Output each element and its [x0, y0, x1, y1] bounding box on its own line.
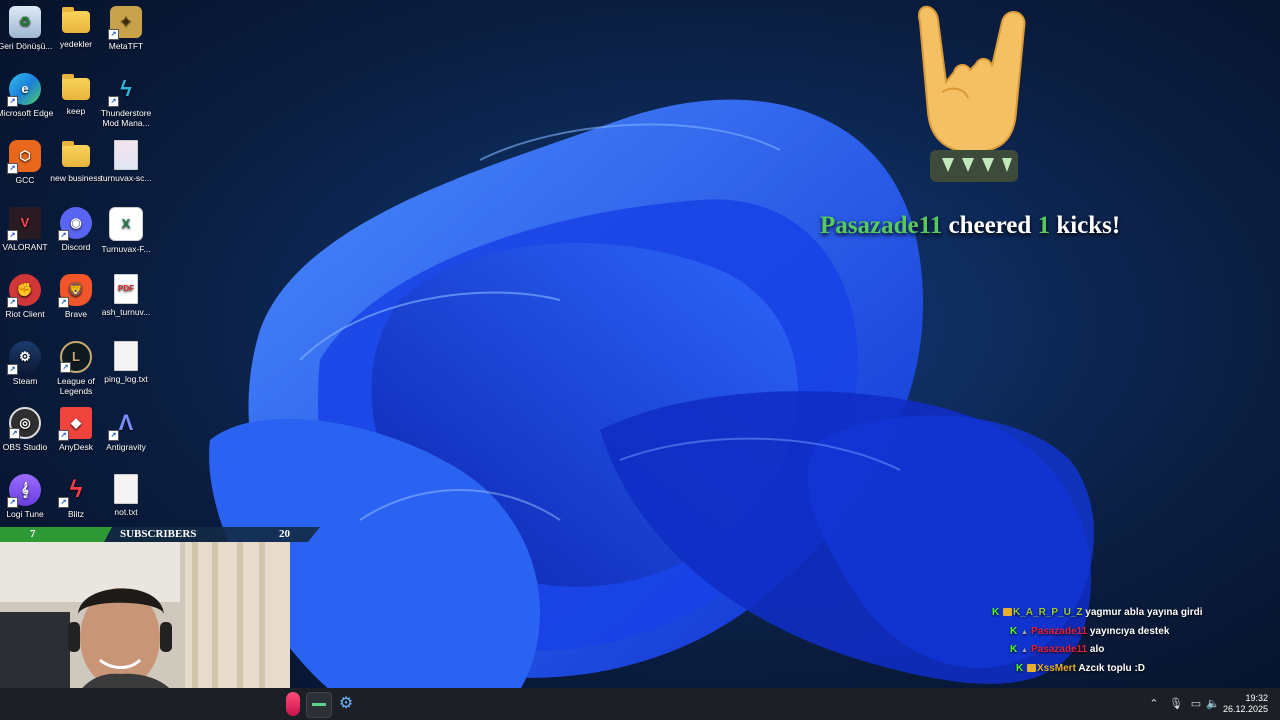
- desktop-icon-label: MetaTFT: [108, 41, 144, 51]
- crown-badge-icon: [1027, 663, 1036, 672]
- text-file-icon: [114, 341, 138, 371]
- tray-overflow-chevron-icon[interactable]: ⌃: [1148, 698, 1160, 710]
- kick-badge-icon: K: [1010, 644, 1018, 655]
- rock-hand-emoji-icon: [917, 5, 1026, 182]
- folder-icon: [62, 141, 90, 167]
- chat-message: K ▲ Pasazade11 alo: [990, 641, 1230, 660]
- alert-suffix: kicks!: [1056, 212, 1121, 239]
- pdf-icon: PDF: [114, 274, 138, 304]
- metatft-icon: ✦ ↗: [108, 6, 142, 40]
- taskbar: ⚙ ⌃ 🎙 ▭ 🔈 19:32 26.12.2025: [0, 688, 1280, 720]
- chat-message: K K_A_R_P_U_Z yagmur abla yayına girdi: [990, 604, 1230, 623]
- chat-message: K ▲ Pasazade11 yayıncıya destek: [990, 623, 1230, 642]
- blitz-icon: ϟ ↗: [58, 474, 92, 508]
- desktop-icon-turnuvax-screenshot[interactable]: turnuvax-sc...: [96, 136, 156, 198]
- taskbar-app-steam-icon[interactable]: ⚙: [334, 692, 358, 716]
- riot-client-icon: ✊ ↗: [7, 274, 41, 308]
- taskbar-app-terminal-icon[interactable]: [306, 692, 332, 718]
- chat-username: K_A_R_P_U_Z: [1013, 607, 1083, 618]
- anydesk-icon: ◆ ↗: [58, 407, 92, 441]
- desktop-icon-label: turnuvax-sc...: [100, 173, 152, 183]
- desktop-icon-metatft[interactable]: ✦ ↗ MetaTFT: [96, 2, 156, 64]
- obs-icon: ◎ ↗: [9, 407, 41, 439]
- image-file-icon: [114, 140, 138, 170]
- subscriber-goal-bar: 7 SUBSCRIBERS 20: [0, 527, 320, 542]
- desktop-icon-turnuvax-excel[interactable]: X Turnuvax-F...: [96, 203, 156, 265]
- cheer-alert-text: Pasazade11 cheered 1 kicks!: [820, 212, 1150, 240]
- subscriber-label: SUBSCRIBERS: [120, 528, 197, 540]
- chat-username: XssMert: [1037, 662, 1076, 674]
- steam-icon: ⚙ ↗: [7, 341, 41, 375]
- subscriber-goal-fill: [0, 527, 112, 542]
- chat-message: K XssMert Azcık toplu :D: [990, 660, 1230, 679]
- desktop-icon-thunderstore[interactable]: ϟ ↗ Thunderstore Mod Mana...: [96, 69, 156, 131]
- system-clock[interactable]: 19:32 26.12.2025: [1223, 693, 1268, 715]
- desktop-icon-antigravity[interactable]: Λ ↗ Antigravity: [96, 403, 156, 465]
- logi-tune-icon: 𝄞 ↗: [7, 474, 41, 508]
- chat-text: yagmur abla yayına girdi: [1085, 607, 1203, 618]
- thunderstore-icon: ϟ ↗: [108, 73, 142, 107]
- chat-text: alo: [1089, 644, 1105, 655]
- valorant-icon: V ↗: [7, 207, 41, 241]
- gcc-icon: ⬡ ↗: [7, 140, 41, 174]
- chat-text: Azcık toplu :D: [1078, 662, 1145, 674]
- desktop-icon-label: ash_turnuv...: [101, 307, 151, 317]
- edge-icon: e ↗: [7, 73, 41, 107]
- microphone-icon[interactable]: 🎙: [1169, 698, 1183, 710]
- kick-badge-icon: K: [1016, 662, 1024, 674]
- kick-badge-icon: K: [992, 607, 1000, 618]
- text-file-icon: [114, 474, 138, 504]
- network-icon[interactable]: ▭: [1190, 698, 1202, 710]
- desktop-icon-label: Antigravity: [106, 442, 146, 452]
- desktop-icon-not-txt[interactable]: not.txt: [96, 470, 156, 532]
- brave-icon: 🦁 ↗: [58, 274, 92, 308]
- moderator-badge-icon: ▲: [1021, 628, 1028, 636]
- crown-badge-icon: [1003, 608, 1012, 616]
- antigravity-icon: Λ ↗: [108, 407, 142, 441]
- volume-icon[interactable]: 🔈: [1206, 698, 1220, 710]
- recycle-bin-icon: ♻: [9, 6, 41, 38]
- desktop-icon-label: Turnuvax-F...: [101, 244, 151, 254]
- league-icon: L ↗: [60, 341, 92, 373]
- discord-icon: ◉ ↗: [58, 207, 92, 241]
- folder-icon: [62, 7, 90, 33]
- desktop-icon-ash-turnuva-pdf[interactable]: PDF ash_turnuv...: [96, 270, 156, 332]
- clock-date: 26.12.2025: [1222, 704, 1268, 714]
- subscriber-current: 7: [30, 528, 36, 540]
- desktop-icon-label: ping_log.txt: [104, 374, 148, 384]
- clock-time: 19:32: [1245, 693, 1268, 703]
- moderator-badge-icon: ▲: [1021, 647, 1028, 654]
- stream-chat: K K_A_R_P_U_Z yagmur abla yayına girdi K ▲…: [990, 604, 1230, 678]
- alert-verb: cheered: [948, 212, 1032, 239]
- folder-icon: [62, 74, 90, 100]
- desktop-icon-label: not.txt: [114, 507, 138, 517]
- chat-username: Pasazade11: [1030, 625, 1088, 637]
- kick-badge-icon: K: [1010, 625, 1018, 637]
- taskbar-app-red-icon[interactable]: [286, 692, 300, 716]
- excel-icon: X: [109, 207, 143, 241]
- desktop-icon-label: Thunderstore Mod Mana...: [100, 108, 152, 128]
- chat-text: yayıncıya destek: [1089, 625, 1170, 637]
- chat-username: Pasazade11: [1030, 644, 1088, 655]
- desktop-icon-ping-log[interactable]: ping_log.txt: [96, 337, 156, 399]
- subscriber-goal: 20: [279, 528, 290, 540]
- alert-amount: 1: [1037, 212, 1051, 239]
- alert-username: Pasazade11: [820, 212, 943, 239]
